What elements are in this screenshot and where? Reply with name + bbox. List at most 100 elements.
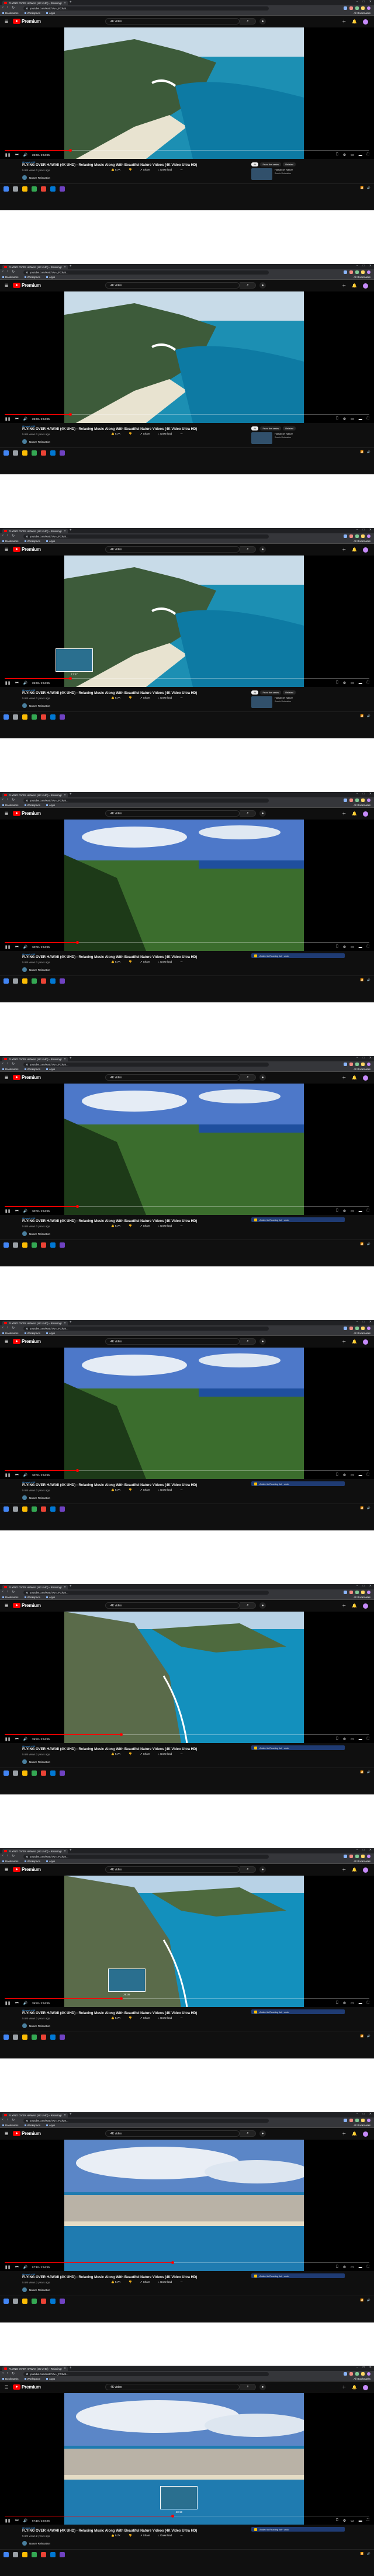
youtube-logo[interactable]: Premium <box>13 19 41 24</box>
notification-popup[interactable]: Added to Reading list · undo <box>251 2009 345 2014</box>
notification-popup[interactable]: Added to Reading list · undo <box>251 2273 345 2278</box>
create-icon[interactable]: ＋ <box>342 811 346 817</box>
app-icon[interactable] <box>32 978 37 984</box>
channel-name[interactable]: Nature Relaxation <box>29 440 50 443</box>
channel-avatar[interactable] <box>22 703 27 708</box>
voice-search-button[interactable]: ● <box>259 2130 266 2137</box>
next-icon[interactable]: ⏭ <box>15 2519 18 2523</box>
scrubber-handle[interactable] <box>68 148 72 152</box>
share-button[interactable]: ↗ Share <box>140 960 150 964</box>
volume-icon[interactable]: 🔊 <box>23 681 27 685</box>
extension-icon[interactable] <box>361 1326 365 1330</box>
start-icon[interactable] <box>4 1770 9 1776</box>
pause-icon[interactable]: ❚❚ <box>5 417 11 421</box>
theater-icon[interactable]: ▬ <box>359 1210 362 1213</box>
channel-name[interactable]: Nature Relaxation <box>29 968 50 971</box>
video-player[interactable]: ❚❚ ⏭ 🔊 28:43 / 2:04:25 ⎕ ⚙ ▭ ▬ ⛶ <box>0 291 374 423</box>
voice-search-button[interactable]: ● <box>259 1074 266 1081</box>
extension-icon[interactable] <box>349 534 353 538</box>
browser-tab[interactable]: FLYING OVER HAWAII (4K UHD) - Relaxing M… <box>2 265 68 269</box>
share-button[interactable]: ↗ Share <box>140 1224 150 1228</box>
profile-avatar[interactable] <box>367 1854 370 1858</box>
bookmark-item[interactable]: Bookmarks <box>2 1332 19 1335</box>
minimize-button[interactable]: – <box>356 1056 358 1060</box>
miniplayer-icon[interactable]: ▭ <box>351 1737 354 1741</box>
all-bookmarks[interactable]: All Bookmarks <box>354 2377 370 2380</box>
chrome-icon[interactable] <box>41 1242 46 1248</box>
download-button[interactable]: ↓ Download <box>158 2280 172 2284</box>
chrome-icon[interactable] <box>41 2299 46 2304</box>
download-button[interactable]: ↓ Download <box>158 2534 172 2537</box>
menu-icon[interactable]: ☰ <box>5 2385 8 2390</box>
close-window-button[interactable]: ✕ <box>369 792 372 796</box>
close-tab-icon[interactable]: ✕ <box>64 1849 68 1853</box>
suggestion-thumbnail[interactable] <box>251 432 272 444</box>
bell-icon[interactable]: 🔔 <box>352 2131 357 2136</box>
pause-icon[interactable]: ❚❚ <box>5 153 11 157</box>
folder-icon[interactable] <box>22 2552 27 2557</box>
share-button[interactable]: ↗ Share <box>140 432 150 436</box>
close-tab-icon[interactable]: ✕ <box>64 529 68 533</box>
avatar[interactable] <box>363 19 368 25</box>
channel-avatar[interactable] <box>22 2287 27 2292</box>
wifi-icon[interactable]: 📶 <box>361 2552 364 2556</box>
theater-icon[interactable]: ▬ <box>359 1474 362 1477</box>
search-taskbar-icon[interactable] <box>13 1770 18 1776</box>
folder-icon[interactable] <box>22 1506 27 1512</box>
maximize-button[interactable]: □ <box>363 0 365 4</box>
captions-icon[interactable]: ⎕ <box>336 2265 338 2269</box>
channel-row[interactable]: Nature Relaxation <box>22 967 50 972</box>
minimize-button[interactable]: – <box>356 2366 358 2369</box>
more-button[interactable]: ⋯ <box>180 2016 183 2020</box>
share-button[interactable]: ↗ Share <box>140 1752 150 1756</box>
more-button[interactable]: ⋯ <box>180 432 183 436</box>
channel-avatar[interactable] <box>22 1495 27 1500</box>
theater-icon[interactable]: ▬ <box>359 2266 362 2269</box>
forward-button[interactable]: › <box>7 1854 8 1858</box>
bookmark-item[interactable]: Bookmarks <box>2 276 19 279</box>
omnibox[interactable]: youtube.com/watch?v=_FCiM8... <box>23 798 269 803</box>
bell-icon[interactable]: 🔔 <box>352 547 357 552</box>
youtube-logo[interactable]: Premium <box>13 811 41 816</box>
like-button[interactable]: 👍 5.7K <box>111 1224 120 1228</box>
chip-all[interactable]: All <box>251 690 259 695</box>
channel-name[interactable]: Nature Relaxation <box>29 1233 50 1235</box>
all-bookmarks[interactable]: All Bookmarks <box>354 1068 370 1071</box>
pause-icon[interactable]: ❚❚ <box>5 2519 11 2523</box>
bookmark-item[interactable]: Apps <box>46 1068 55 1071</box>
start-icon[interactable] <box>4 714 9 720</box>
minimize-button[interactable]: – <box>356 264 358 268</box>
extension-icon[interactable] <box>344 1062 347 1066</box>
create-icon[interactable]: ＋ <box>342 1603 346 1609</box>
minimize-button[interactable]: – <box>356 1320 358 1324</box>
video-frame[interactable] <box>64 291 304 423</box>
bookmark-item[interactable]: Workspace <box>25 1596 40 1599</box>
channel-name[interactable]: Nature Relaxation <box>29 704 50 707</box>
new-tab-button[interactable]: + <box>70 1 72 4</box>
bookmark-item[interactable]: Apps <box>46 804 55 807</box>
forward-button[interactable]: › <box>7 6 8 10</box>
new-tab-button[interactable]: + <box>70 1321 72 1324</box>
browser-tab[interactable]: FLYING OVER HAWAII (4K UHD) - Relaxing M… <box>2 1321 68 1325</box>
chip-series[interactable]: From the series <box>260 690 282 695</box>
dislike-button[interactable]: 👎 <box>129 1752 132 1756</box>
maximize-button[interactable]: □ <box>363 528 365 532</box>
theater-icon[interactable]: ▬ <box>359 418 362 421</box>
voice-search-button[interactable]: ● <box>259 2384 266 2390</box>
back-button[interactable]: ‹ <box>2 534 4 538</box>
like-button[interactable]: 👍 5.7K <box>111 1752 120 1756</box>
download-button[interactable]: ↓ Download <box>158 1224 172 1228</box>
extension-icon[interactable] <box>344 1590 347 1594</box>
extension-icon[interactable] <box>361 2118 365 2122</box>
folder-icon[interactable] <box>22 2299 27 2304</box>
reload-button[interactable]: ↻ <box>12 1326 15 1330</box>
youtube-logo[interactable]: Premium <box>13 1603 41 1608</box>
progress-bar[interactable] <box>5 412 369 416</box>
volume-icon[interactable]: 🔊 <box>23 1737 27 1741</box>
all-bookmarks[interactable]: All Bookmarks <box>354 1860 370 1863</box>
avatar[interactable] <box>363 1075 368 1081</box>
menu-icon[interactable]: ☰ <box>5 1339 8 1344</box>
youtube-logo[interactable]: Premium <box>13 1867 41 1872</box>
chrome-icon[interactable] <box>41 978 46 984</box>
start-icon[interactable] <box>4 1506 9 1512</box>
